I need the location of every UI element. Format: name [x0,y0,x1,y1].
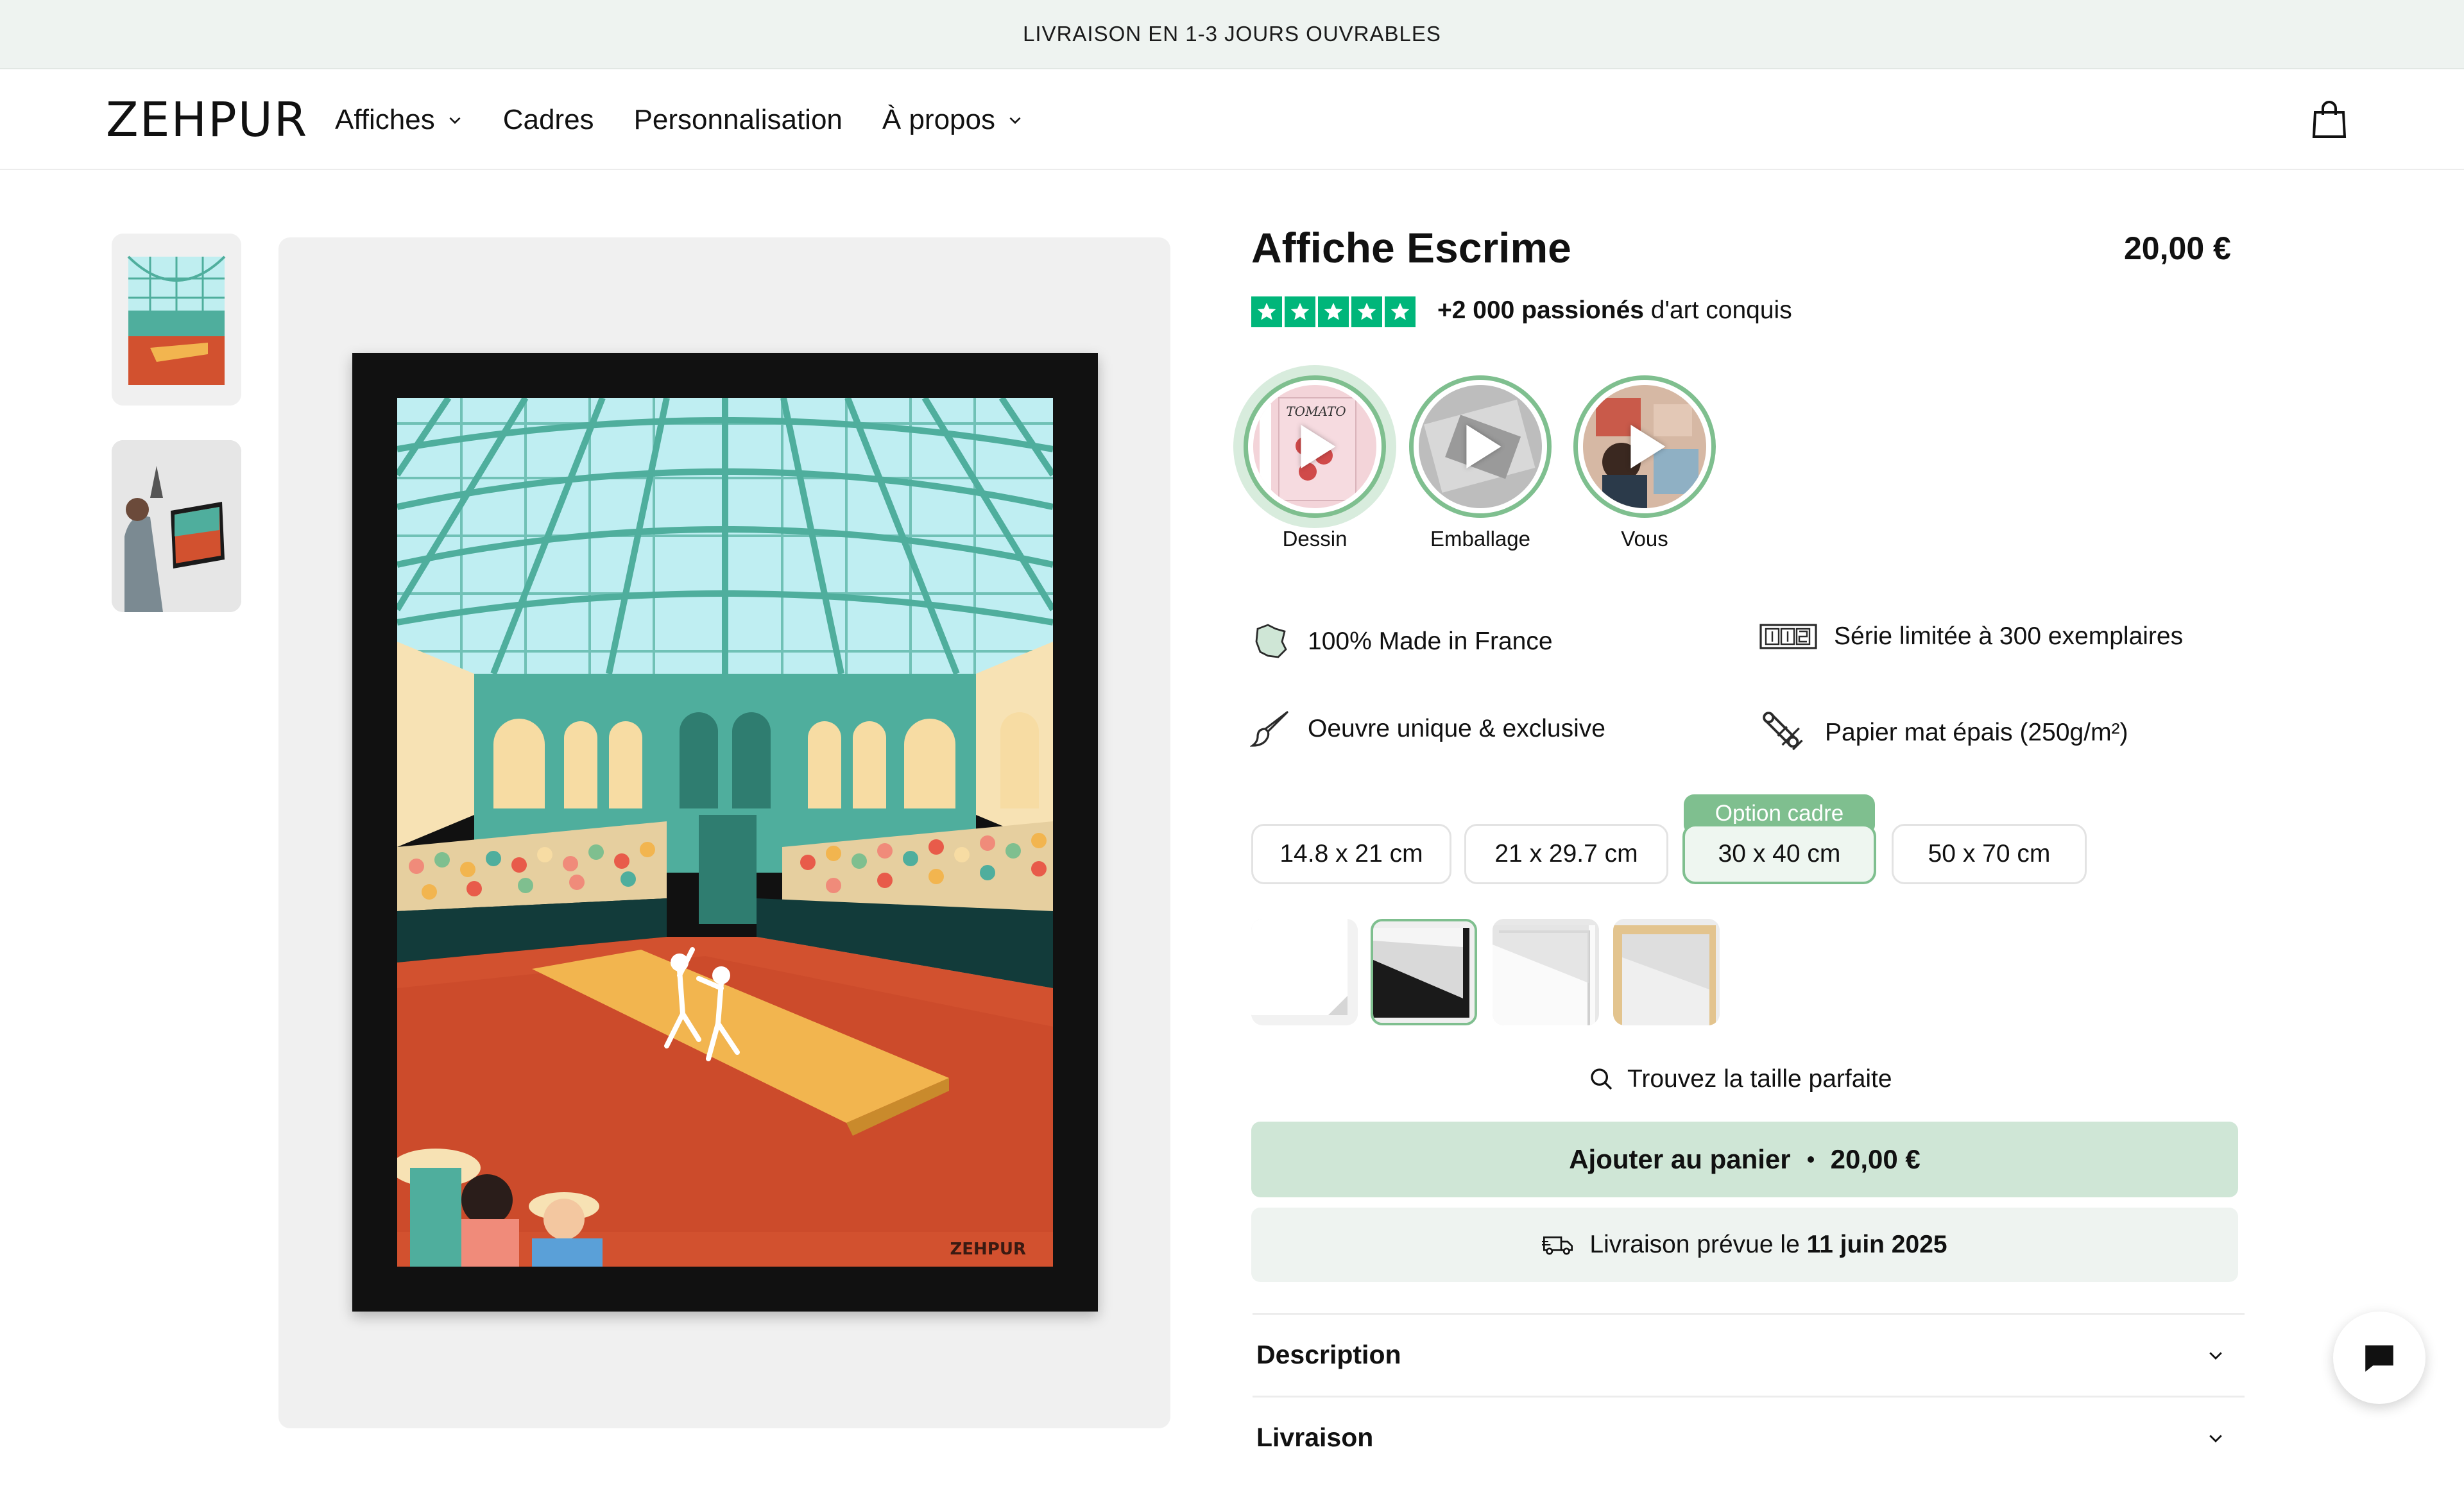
frame-swatch-wood [1613,919,1720,1025]
nav-item-affiches[interactable]: Affiches [335,104,463,136]
frame-option-white[interactable] [1493,919,1599,1025]
nav-item-cadres[interactable]: Cadres [503,104,594,136]
nav-item-a-propos[interactable]: À propos [882,104,1023,136]
size-option-30x40[interactable]: 30 x 40 cm [1682,824,1876,884]
story-emballage[interactable]: Emballage [1409,375,1552,551]
thumbnail-lifestyle-image [112,440,241,612]
thumbnail-artwork[interactable] [112,234,241,406]
story-ring: TOMATO [1244,375,1386,518]
review-caption: d'art conquis [1643,296,1792,324]
story-label: Vous [1621,527,1668,551]
accordion-livraison[interactable]: Livraison [1253,1396,2245,1478]
star-icon [1351,296,1382,327]
accordion-title: Description [1256,1340,1401,1369]
frame-swatch-paper [1251,919,1358,1025]
star-icon [1285,296,1315,327]
review-summary: +2 000 passionés d'art conquis [1437,296,1792,325]
star-icon [1318,296,1349,327]
paintbrush-icon [1250,711,1288,747]
frame-option-wood[interactable] [1613,919,1720,1025]
size-option-14-8x21[interactable]: 14.8 x 21 cm [1251,824,1451,884]
artwork-signature: ZEHPUR [950,1240,1026,1259]
find-size-link[interactable]: Trouvez la taille parfaite [1589,1065,1892,1093]
story-ring [1573,375,1716,518]
chevron-down-icon [2209,1434,2222,1442]
story-thumbnail: TOMATO [1253,385,1376,508]
story-label: Emballage [1430,527,1530,551]
size-option-50x70[interactable]: 50 x 70 cm [1892,824,2087,884]
chat-bubble-icon [2365,1345,2393,1372]
counter-icon [1759,624,1817,649]
delivery-text: Livraison prévue le 11 juin 2025 [1589,1231,1947,1259]
fencing-artwork-illustration: ZEHPUR [397,398,1053,1267]
france-map-icon [1255,624,1287,658]
story-thumbnail [1583,385,1706,508]
play-icon [1630,425,1666,468]
feature-label: Série limitée à 300 exemplaires [1834,622,2184,650]
delivery-prefix: Livraison prévue le [1589,1231,1807,1258]
product-price: 20,00 € [2124,230,2231,266]
frame-option-none[interactable] [1251,919,1358,1025]
add-to-cart-label: Ajouter au panier [1569,1144,1791,1174]
delivery-estimate: Livraison prévue le 11 juin 2025 [1251,1208,2238,1282]
feature-paper: Papier mat épais (250g/m²) [1759,708,2128,757]
story-dessin[interactable]: TOMATO Dessin [1244,375,1386,551]
size-option-21x29-7[interactable]: 21 x 29.7 cm [1464,824,1668,884]
accordion-title: Livraison [1256,1423,1374,1452]
product-title: Affiche Escrime [1251,224,1571,271]
separator-dot [1807,1156,1814,1163]
play-icon [1466,425,1502,468]
truck-icon [1542,1236,1573,1255]
nav-item-personnalisation[interactable]: Personnalisation [634,104,843,136]
announcement-bar: LIVRAISON EN 1-3 JOURS OUVRABLES [0,0,2464,69]
frame-swatch-black [1373,921,1475,1023]
find-size-label: Trouvez la taille parfaite [1627,1065,1892,1093]
main-product-image[interactable]: ZEHPUR [278,237,1170,1428]
story-ring [1409,375,1552,518]
artwork: ZEHPUR [397,398,1053,1267]
poster-frame: ZEHPUR [352,353,1098,1312]
feature-label: 100% Made in France [1308,628,1553,655]
feature-label: Papier mat épais (250g/m²) [1825,719,2128,746]
thumbnail-artwork-image [112,234,241,406]
star-icon [1251,296,1282,327]
nav-label: Personnalisation [633,104,843,135]
announcement-text: LIVRAISON EN 1-3 JOURS OUVRABLES [1023,22,1441,46]
feature-made-in-france: 100% Made in France [1250,621,1553,662]
accordion-description[interactable]: Description [1253,1313,2245,1395]
chevron-down-icon [2209,1351,2222,1360]
search-icon [1591,1068,1613,1090]
story-image-text: TOMATO [1286,404,1346,419]
frame-swatch-white [1493,919,1599,1025]
feature-label: Oeuvre unique & exclusive [1308,715,1605,742]
main-nav: Affiches Cadres Personnalisation À propo… [335,104,1023,136]
frame-option-black[interactable] [1371,919,1477,1025]
site-header: ZEHPUR Affiches Cadres Personnalisation … [0,71,2464,170]
story-label: Dessin [1282,527,1348,551]
chevron-down-icon [449,117,461,124]
add-to-cart-price: 20,00 € [1830,1144,1921,1174]
star-icon [1385,296,1416,327]
nav-label: À propos [882,104,995,135]
cart-icon[interactable] [2311,100,2347,140]
nav-label: Affiches [335,104,435,135]
story-thumbnail [1419,385,1542,508]
add-to-cart-button[interactable]: Ajouter au panier 20,00 € [1251,1122,2238,1197]
chat-button[interactable] [2333,1312,2426,1404]
trustpilot-stars [1251,296,1416,327]
paper-roll-icon [1763,712,1803,751]
nav-label: Cadres [502,104,594,135]
thumbnail-lifestyle[interactable] [112,440,241,612]
feature-limited-series: Série limitée à 300 exemplaires [1759,621,2183,652]
logo[interactable]: ZEHPUR [106,96,308,144]
play-icon [1301,425,1336,468]
review-count: +2 000 passionés [1437,296,1644,324]
story-vous[interactable]: Vous [1573,375,1716,551]
feature-unique-artwork: Oeuvre unique & exclusive [1250,708,1605,749]
chevron-down-icon [1009,117,1021,124]
delivery-date: 11 juin 2025 [1806,1231,1947,1258]
